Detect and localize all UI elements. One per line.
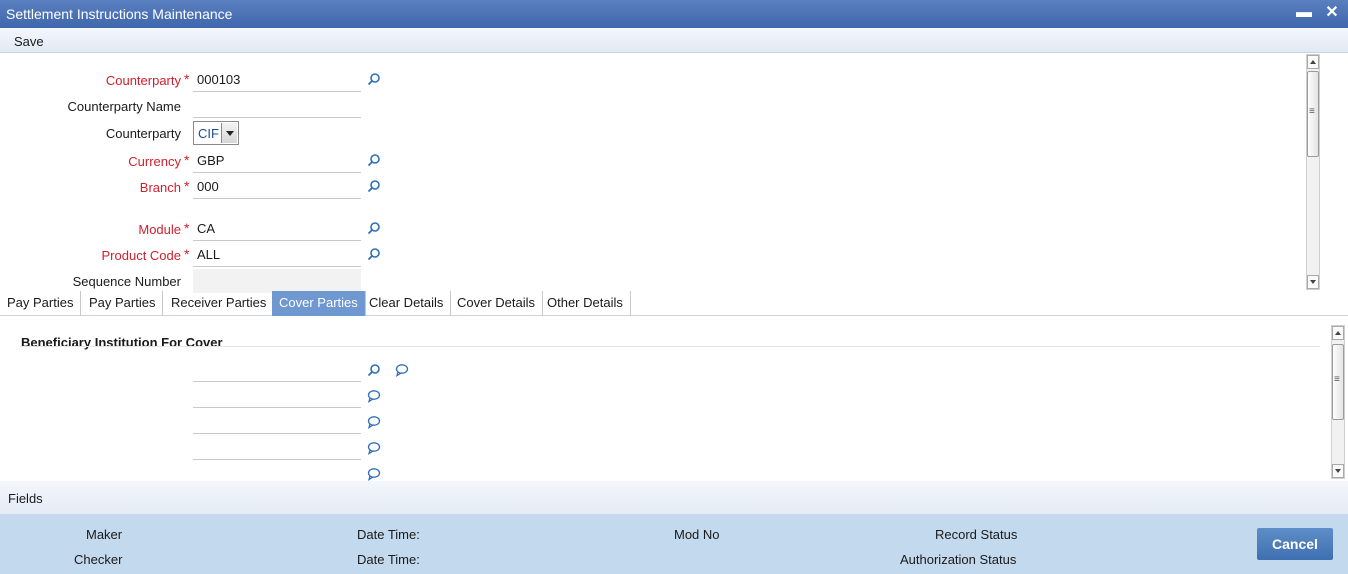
search-icon[interactable] xyxy=(367,72,381,86)
sequence-number-field xyxy=(193,269,361,293)
search-icon[interactable] xyxy=(367,363,381,377)
counterparty-name-label: Counterparty Name xyxy=(67,99,181,114)
required-mark: * xyxy=(184,178,190,194)
sequence-number-label: Sequence Number xyxy=(72,274,181,289)
comment-icon[interactable] xyxy=(367,415,381,429)
fields-bar: Fields xyxy=(0,481,1348,514)
dropdown-arrow-icon[interactable] xyxy=(221,123,237,143)
tab-strip: Pay Parties Pay Parties Receiver Parties… xyxy=(0,291,1348,316)
minimize-icon[interactable]: ▬ xyxy=(1294,3,1314,23)
branch-label: Branch xyxy=(139,180,181,195)
beneficiary-field-3[interactable] xyxy=(193,408,361,434)
counterparty-name-field[interactable] xyxy=(193,94,361,118)
counterparty-type-value: CIF xyxy=(198,126,219,141)
branch-field[interactable]: 000 xyxy=(193,175,361,199)
scroll-thumb[interactable] xyxy=(1332,344,1344,420)
tab-pay-parties[interactable]: Pay Parties xyxy=(0,291,82,316)
lower-scrollbar[interactable] xyxy=(1331,325,1345,479)
currency-row: Currency * GBP xyxy=(0,149,400,173)
scroll-up-icon[interactable] xyxy=(1307,55,1319,69)
module-row: Module * CA xyxy=(0,217,400,241)
upper-scrollbar[interactable] xyxy=(1306,54,1320,290)
cover-parties-panel: Beneficiary Institution For Cover xyxy=(0,316,1348,481)
scroll-up-icon[interactable] xyxy=(1332,326,1344,340)
maker-label: Maker xyxy=(86,527,123,542)
currency-label: Currency xyxy=(128,154,181,169)
counterparty-name-row: Counterparty Name xyxy=(0,94,400,118)
product-code-field[interactable]: ALL xyxy=(193,243,361,267)
section-title: Beneficiary Institution For Cover xyxy=(21,335,223,350)
maker-date-time-label: Date Time: xyxy=(357,527,420,542)
required-mark: * xyxy=(184,246,190,262)
beneficiary-field-4[interactable] xyxy=(193,434,361,460)
menu-bar: Save xyxy=(0,28,1348,53)
branch-row: Branch * 000 xyxy=(0,175,400,199)
audit-footer: Maker Checker Date Time: Date Time: Mod … xyxy=(0,514,1348,574)
product-code-label: Product Code xyxy=(101,248,182,263)
tab-cover-details[interactable]: Cover Details xyxy=(450,291,544,316)
tab-cover-parties[interactable]: Cover Parties xyxy=(272,291,366,316)
scroll-down-icon[interactable] xyxy=(1307,275,1319,289)
checker-label: Checker xyxy=(74,552,123,567)
window-title: Settlement Instructions Maintenance xyxy=(6,6,233,22)
counterparty-type-row: Counterparty CIF xyxy=(0,121,400,145)
save-button[interactable]: Save xyxy=(14,34,44,49)
cancel-button[interactable]: Cancel xyxy=(1257,528,1333,560)
product-code-row: Product Code * ALL xyxy=(0,243,400,267)
tab-receiver-parties[interactable]: Receiver Parties xyxy=(164,291,275,316)
beneficiary-field-2[interactable] xyxy=(193,382,361,408)
module-field[interactable]: CA xyxy=(193,217,361,241)
required-mark: * xyxy=(184,152,190,168)
comment-icon[interactable] xyxy=(367,389,381,403)
module-label: Module xyxy=(138,222,181,237)
search-icon[interactable] xyxy=(367,153,381,167)
counterparty-type-select[interactable]: CIF xyxy=(193,121,239,145)
comment-icon[interactable] xyxy=(395,363,409,377)
beneficiary-field-1[interactable] xyxy=(193,356,361,382)
fields-button[interactable]: Fields xyxy=(8,491,43,506)
sequence-number-row: Sequence Number xyxy=(0,269,400,293)
comment-icon[interactable] xyxy=(367,441,381,455)
search-icon[interactable] xyxy=(367,221,381,235)
counterparty-label: Counterparty xyxy=(105,73,181,88)
section-divider xyxy=(20,346,1320,347)
counterparty-row: Counterparty * 000103 xyxy=(0,68,400,92)
required-mark: * xyxy=(184,220,190,236)
record-status-label: Record Status xyxy=(935,527,1018,542)
search-icon[interactable] xyxy=(367,247,381,261)
tab-pay-parties-2[interactable]: Pay Parties xyxy=(82,291,164,316)
scroll-thumb[interactable] xyxy=(1307,71,1319,157)
comment-icon[interactable] xyxy=(367,467,381,481)
title-bar: Settlement Instructions Maintenance ▬ ✕ xyxy=(0,0,1348,28)
counterparty-type-label: Counterparty xyxy=(105,126,181,141)
tab-other-details[interactable]: Other Details xyxy=(540,291,631,316)
tab-clear-details[interactable]: Clear Details xyxy=(362,291,452,316)
search-icon[interactable] xyxy=(367,179,381,193)
scroll-down-icon[interactable] xyxy=(1332,464,1344,478)
checker-date-time-label: Date Time: xyxy=(357,552,420,567)
header-form: Counterparty * 000103 Counterparty Name … xyxy=(0,53,1348,293)
mod-no-label: Mod No xyxy=(674,527,720,542)
close-icon[interactable]: ✕ xyxy=(1322,3,1342,23)
authorization-status-label: Authorization Status xyxy=(900,552,1017,567)
counterparty-field[interactable]: 000103 xyxy=(193,68,361,92)
required-mark: * xyxy=(184,71,190,87)
currency-field[interactable]: GBP xyxy=(193,149,361,173)
